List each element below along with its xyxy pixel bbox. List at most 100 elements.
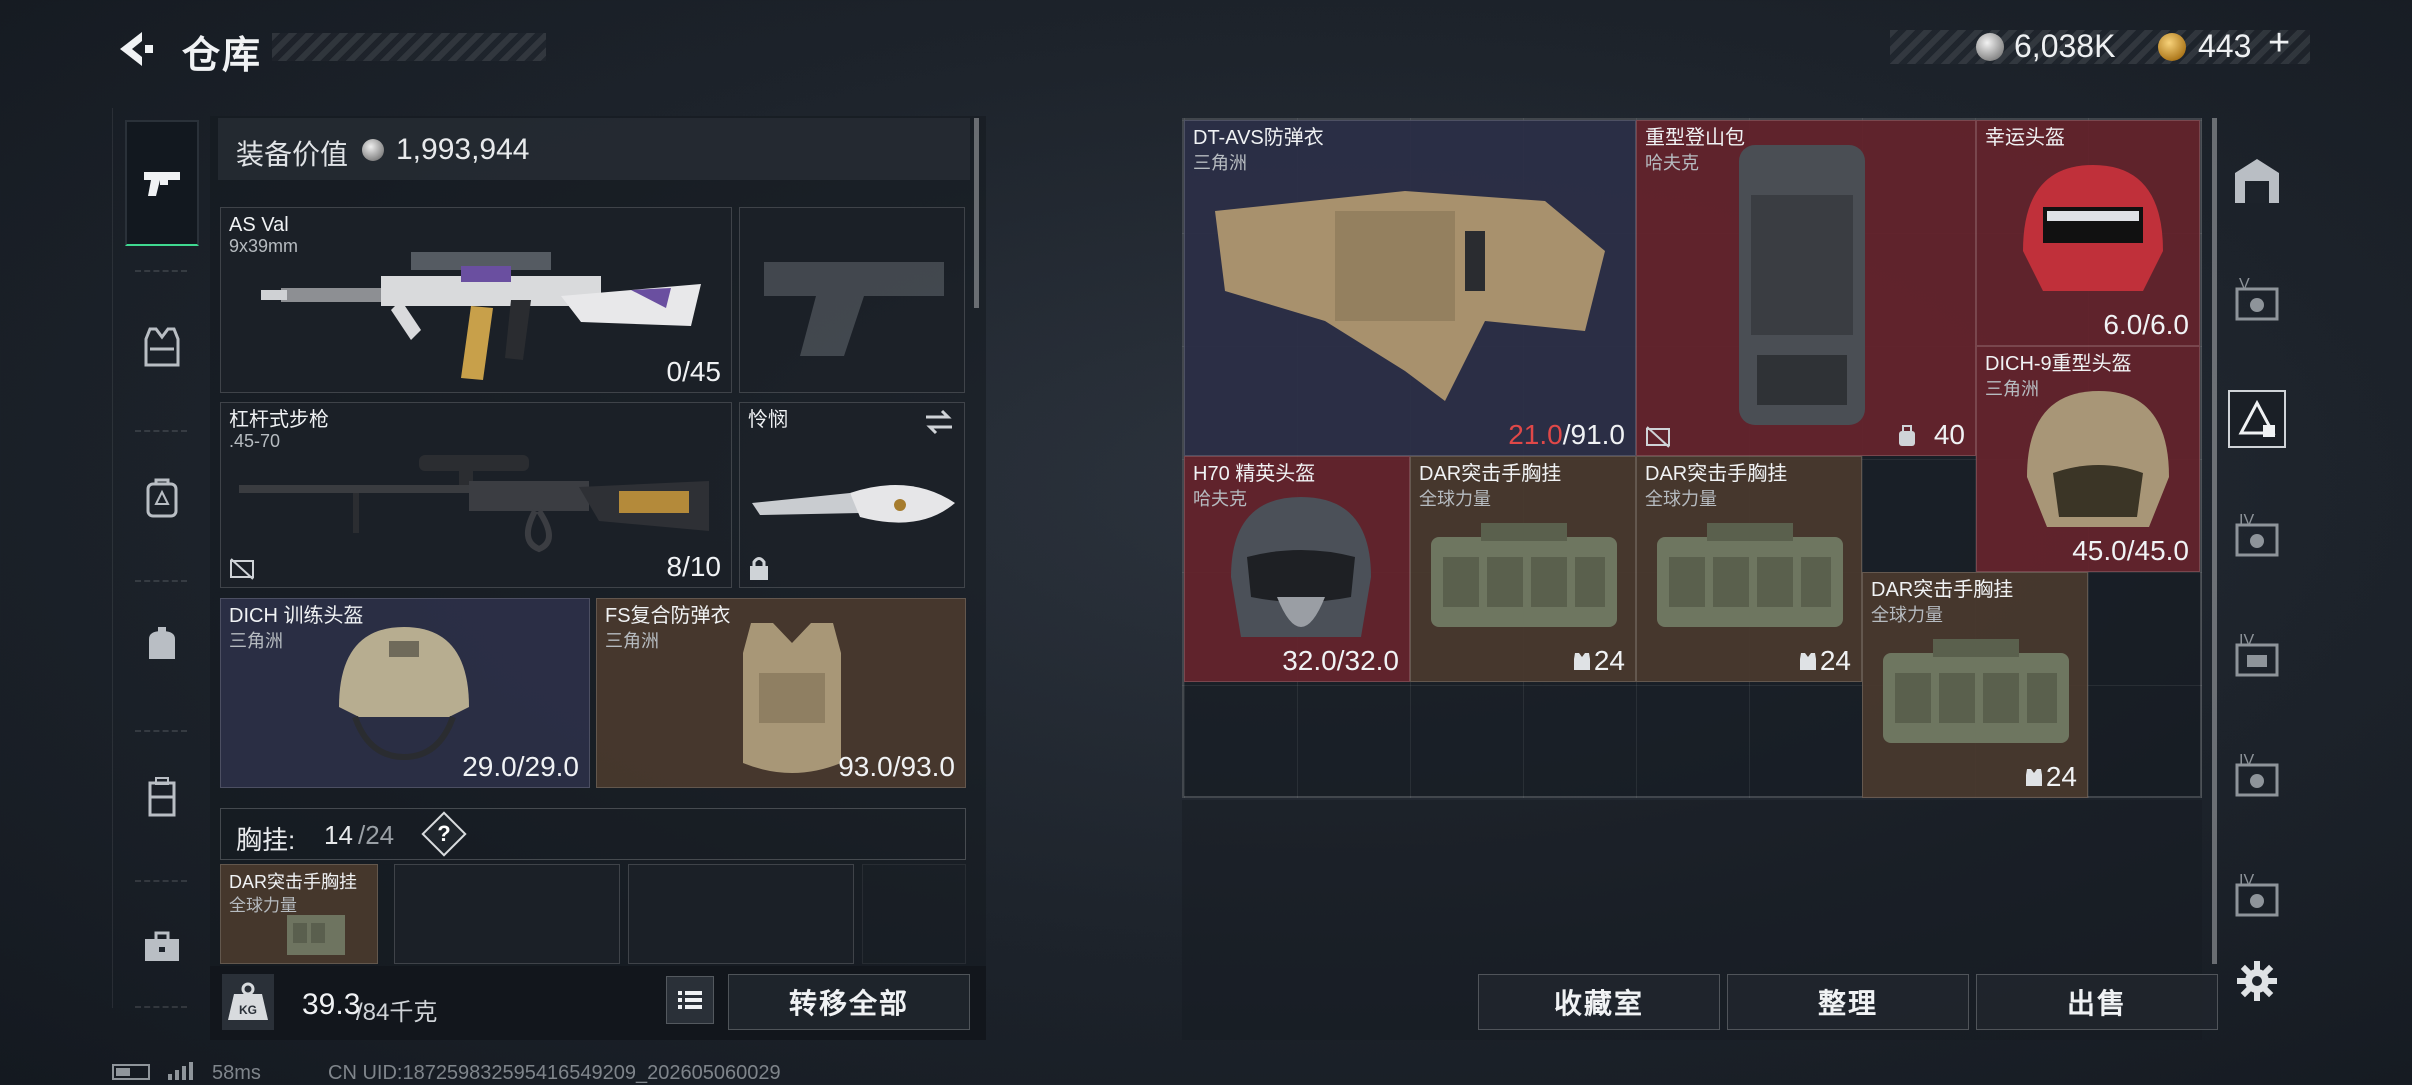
- rig-capacity: 24: [1593, 645, 1625, 676]
- stash-item[interactable]: DAR突击手胸挂 全球力量 24: [1636, 456, 1862, 682]
- rig-empty-slot[interactable]: [862, 864, 966, 964]
- svg-text:KG: KG: [239, 1003, 257, 1017]
- add-gold-button[interactable]: +: [2268, 22, 2290, 65]
- rig-empty-slot[interactable]: [628, 864, 854, 964]
- stash-item-brand: 全球力量: [1871, 605, 1943, 625]
- rig-capacity: 24: [1819, 645, 1851, 676]
- stash-item-brand: 全球力量: [1645, 489, 1717, 509]
- help-icon: ?: [437, 821, 451, 846]
- stash-page-5[interactable]: V: [2228, 272, 2286, 330]
- helmet-durability: 32.0/32.0: [1282, 645, 1399, 676]
- tab-toolbox[interactable]: [125, 884, 199, 1010]
- pouch-icon: [145, 625, 179, 661]
- tab-backpack[interactable]: [125, 434, 199, 560]
- organize-button[interactable]: 整理: [1727, 974, 1969, 1030]
- settings-button[interactable]: [2228, 952, 2286, 1010]
- armor-slot[interactable]: FS复合防弹衣 三角洲 93.0/93.0: [596, 598, 966, 788]
- chest-rig-capacity: /24: [358, 820, 395, 850]
- backpack-capacity: 40: [1933, 419, 1965, 450]
- stash-page-label: IV: [2239, 512, 2254, 529]
- rig-empty-slot[interactable]: [394, 864, 620, 964]
- transfer-all-button[interactable]: 转移全部: [728, 974, 970, 1030]
- stash-page-icon: IV: [2231, 511, 2283, 563]
- helmet-image: [2013, 151, 2173, 301]
- stash-page-icon: IV: [2231, 871, 2283, 923]
- tab-pouch[interactable]: [125, 580, 199, 706]
- device-status: [112, 1060, 202, 1082]
- stash-page-main[interactable]: [2228, 152, 2286, 210]
- weight-icon: KG: [222, 974, 274, 1030]
- swap-icon[interactable]: [924, 409, 954, 435]
- page-title: 仓库: [182, 35, 263, 77]
- vest-icon: [1573, 651, 1591, 671]
- stash-page-4a[interactable]: IV: [2228, 508, 2286, 566]
- gold-amount: 443: [2198, 28, 2252, 64]
- ammo-count: 0/45: [666, 356, 722, 387]
- tab-armor[interactable]: [125, 284, 199, 410]
- chest-rig-image: [1873, 633, 2079, 753]
- armor-vest-image: [1205, 171, 1625, 411]
- chest-rig-image: [1421, 517, 1627, 637]
- stash-page-label: IV: [2239, 752, 2254, 769]
- silver-coin-icon: [362, 139, 384, 161]
- tab-container[interactable]: [125, 734, 199, 860]
- stash-scrollbar[interactable]: [2212, 118, 2217, 964]
- stash-item-name: DICH-9重型头盔: [1985, 353, 2132, 375]
- stash-item[interactable]: H70 精英头盔 哈夫克 32.0/32.0: [1184, 456, 1410, 682]
- rig-item-name: DAR突击手胸挂: [229, 872, 358, 892]
- chest-rig-label: 胸挂:: [236, 825, 296, 855]
- pistol-icon: [142, 168, 182, 198]
- melee-slot[interactable]: 怜悯: [739, 402, 965, 588]
- rig-item[interactable]: DAR突击手胸挂 全球力量: [220, 864, 378, 964]
- stash-item-name: H70 精英头盔: [1193, 463, 1316, 485]
- active-stash-icon: [2235, 397, 2279, 441]
- loadout-scrollbar[interactable]: [974, 118, 979, 308]
- vest-icon: [2025, 767, 2043, 787]
- warehouse-icon: [2231, 155, 2283, 207]
- loadout-value: 1,993,944: [396, 133, 530, 166]
- stash-page-4c[interactable]: IV: [2228, 748, 2286, 806]
- collection-room-button[interactable]: 收藏室: [1478, 974, 1720, 1030]
- secondary-weapon-slot[interactable]: 杠杆式步枪 .45-70 8/10: [220, 402, 732, 588]
- primary-weapon-slot[interactable]: AS Val 9x39mm 0/45: [220, 207, 732, 393]
- no-insure-icon: [1645, 425, 1671, 449]
- helmet-slot[interactable]: DICH 训练头盔 三角洲 29.0/29.0: [220, 598, 590, 788]
- vest-icon: [144, 327, 180, 367]
- stash-page-active[interactable]: [2228, 390, 2286, 448]
- gold-coin-icon: [2158, 33, 2186, 61]
- chest-rig-image: [281, 901, 351, 961]
- list-view-button[interactable]: [666, 976, 714, 1024]
- helmet-image: [329, 617, 479, 767]
- sell-button[interactable]: 出售: [1976, 974, 2218, 1030]
- stash-item[interactable]: DAR突击手胸挂 全球力量 24: [1410, 456, 1636, 682]
- stash-page-4d[interactable]: IV: [2228, 868, 2286, 926]
- armor-vest-image: [737, 613, 847, 783]
- stash-item[interactable]: DT-AVS防弹衣 三角洲 21.0/91.0: [1184, 120, 1636, 456]
- helmet-image: [1221, 487, 1381, 657]
- stash-item-name: DAR突击手胸挂: [1419, 463, 1562, 485]
- stash-item-name: 幸运头盔: [1985, 127, 2065, 149]
- current-weight: 39.3: [302, 988, 361, 1021]
- stash-item[interactable]: 幸运头盔 6.0/6.0: [1976, 120, 2200, 346]
- stash-item[interactable]: DAR突击手胸挂 全球力量 24: [1862, 572, 2088, 798]
- stash-item-name: DT-AVS防弹衣: [1193, 127, 1324, 149]
- lever-rifle-image: [239, 441, 731, 561]
- stash-item[interactable]: DICH-9重型头盔 三角洲 45.0/45.0: [1976, 346, 2200, 572]
- tab-weapons[interactable]: [125, 120, 199, 246]
- back-button[interactable]: [112, 26, 158, 72]
- backpack-image: [1727, 135, 1877, 435]
- stash-item[interactable]: 重型登山包 哈夫克 40: [1636, 120, 1976, 456]
- stash-page-label: IV: [2239, 872, 2254, 889]
- slot-item-faction: 三角洲: [605, 631, 659, 651]
- stash-page-4b[interactable]: IV: [2228, 628, 2286, 686]
- pistol-slot[interactable]: [739, 207, 965, 393]
- pistol-placeholder-icon: [754, 252, 954, 362]
- chest-rig-used: 14: [324, 820, 353, 850]
- slot-item-name: 杠杆式步枪: [229, 409, 329, 431]
- loadout-value-label: 装备价值: [236, 139, 349, 170]
- rifle-image: [261, 230, 701, 390]
- max-weight: /84千克: [356, 999, 438, 1026]
- user-uid: CN UID:18725983259541654920​9_2026050600…: [328, 1062, 781, 1084]
- helmet-durability: 45.0/45.0: [2072, 535, 2189, 566]
- helmet-durability: 29.0/29.0: [462, 751, 579, 782]
